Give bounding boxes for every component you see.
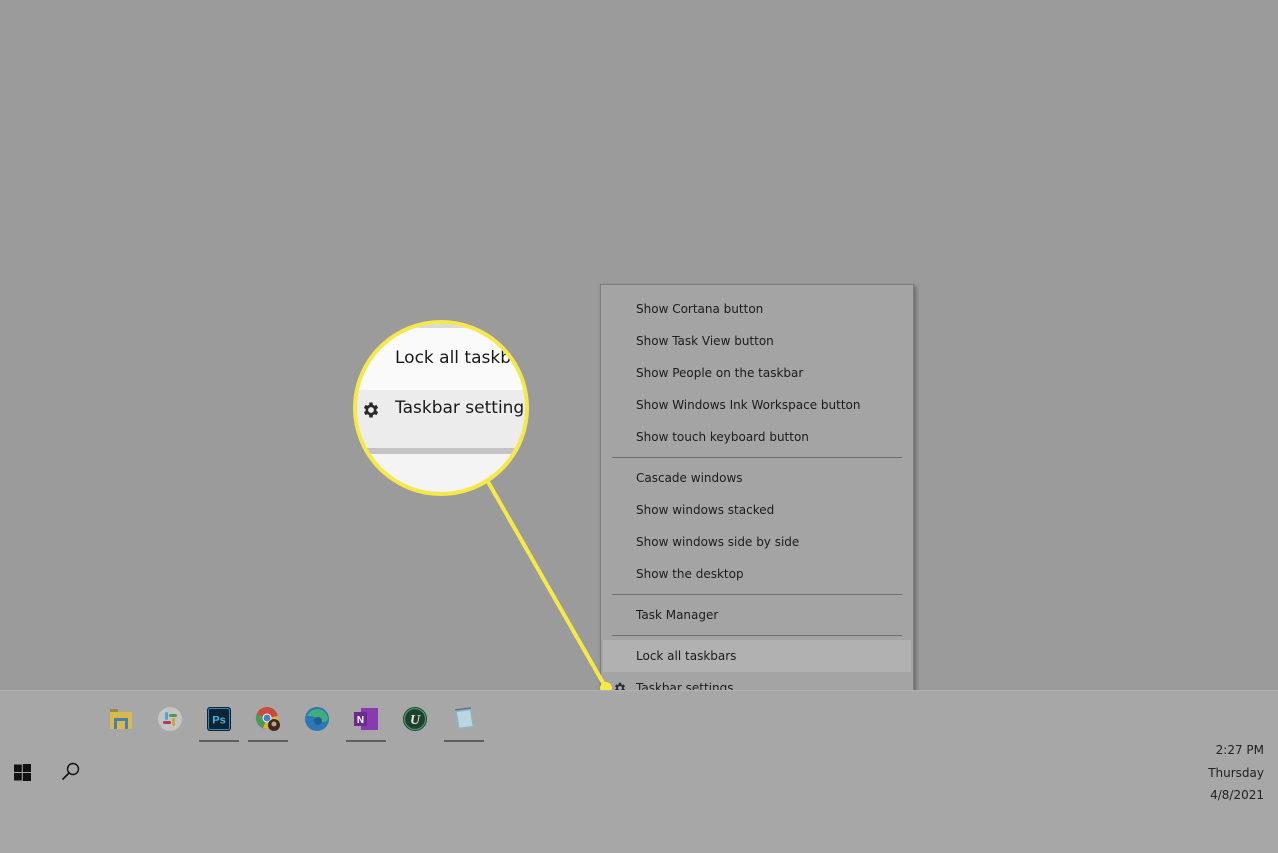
menu-item-label: Show windows stacked xyxy=(636,503,775,517)
edge-icon xyxy=(305,707,329,731)
menu-item-show-cortana-button[interactable]: Show Cortana button xyxy=(603,293,911,325)
menu-separator xyxy=(612,457,902,458)
taskbar-context-menu: Show Cortana button Show Task View butto… xyxy=(600,284,914,714)
chrome-icon xyxy=(255,707,280,731)
svg-text:Ps: Ps xyxy=(212,715,225,727)
taskbar-app-notepad[interactable] xyxy=(444,699,484,742)
onenote-icon: N xyxy=(354,708,378,730)
clock-time: 2:27 PM xyxy=(1215,743,1264,757)
taskbar-app-slack[interactable] xyxy=(150,699,190,739)
menu-item-show-desktop[interactable]: Show the desktop xyxy=(603,558,911,590)
running-indicator xyxy=(199,740,239,742)
magnified-lock-label: Lock all taskba xyxy=(395,348,522,368)
menu-item-label: Cascade windows xyxy=(636,471,743,485)
menu-item-label: Show the desktop xyxy=(636,567,744,581)
notepad-icon xyxy=(454,707,474,729)
photoshop-icon: Ps xyxy=(207,707,231,731)
menu-item-show-people[interactable]: Show People on the taskbar xyxy=(603,357,911,389)
taskbar: Ps N U 2:27 PM Thursday 4/8/2021 xyxy=(0,690,1278,853)
system-clock[interactable]: 2:27 PM Thursday 4/8/2021 xyxy=(1208,739,1264,807)
menu-item-label: Task Manager xyxy=(636,608,719,622)
taskbar-app-onenote[interactable]: N xyxy=(346,699,386,742)
menu-item-show-windows-ink[interactable]: Show Windows Ink Workspace button xyxy=(603,389,911,421)
upwork-icon: U xyxy=(403,707,427,731)
menu-item-label: Show Cortana button xyxy=(636,302,764,316)
gear-icon xyxy=(363,402,379,418)
menu-item-label: Show touch keyboard button xyxy=(636,430,809,444)
menu-item-label: Show People on the taskbar xyxy=(636,366,804,380)
windows-logo-icon[interactable] xyxy=(14,764,31,781)
magnified-menu-edge xyxy=(357,448,525,454)
menu-item-label: Show windows side by side xyxy=(636,535,800,549)
taskbar-app-edge[interactable] xyxy=(297,699,337,739)
file-explorer-icon xyxy=(110,709,132,729)
magnified-settings-label: Taskbar settings xyxy=(395,398,529,418)
menu-item-label: Show Task View button xyxy=(636,334,774,348)
menu-separator xyxy=(612,594,902,595)
clock-date: 4/8/2021 xyxy=(1210,788,1264,802)
search-icon[interactable] xyxy=(60,761,82,783)
menu-item-show-touch-keyboard[interactable]: Show touch keyboard button xyxy=(603,421,911,453)
magnifier-callout: Lock all taskba Taskbar settings xyxy=(353,320,529,496)
slack-icon xyxy=(158,707,182,731)
menu-item-show-windows-stacked[interactable]: Show windows stacked xyxy=(603,494,911,526)
taskbar-app-file-explorer[interactable] xyxy=(101,699,141,739)
running-indicator xyxy=(248,740,288,742)
menu-item-show-windows-side-by-side[interactable]: Show windows side by side xyxy=(603,526,911,558)
menu-item-label: Lock all taskbars xyxy=(636,649,737,663)
taskbar-app-chrome[interactable] xyxy=(248,699,288,742)
running-indicator xyxy=(346,740,386,742)
magnified-separator xyxy=(357,324,525,328)
menu-item-show-task-view-button[interactable]: Show Task View button xyxy=(603,325,911,357)
svg-text:N: N xyxy=(357,715,364,726)
svg-text:U: U xyxy=(410,713,421,728)
taskbar-app-upwork[interactable]: U xyxy=(395,699,435,739)
menu-separator xyxy=(612,635,902,636)
menu-item-label: Show Windows Ink Workspace button xyxy=(636,398,861,412)
menu-item-lock-all-taskbars[interactable]: Lock all taskbars xyxy=(603,640,911,672)
clock-day: Thursday xyxy=(1208,765,1264,780)
menu-item-cascade-windows[interactable]: Cascade windows xyxy=(603,462,911,494)
running-indicator xyxy=(444,740,484,742)
menu-item-task-manager[interactable]: Task Manager xyxy=(603,599,911,631)
taskbar-app-photoshop[interactable]: Ps xyxy=(199,699,239,742)
